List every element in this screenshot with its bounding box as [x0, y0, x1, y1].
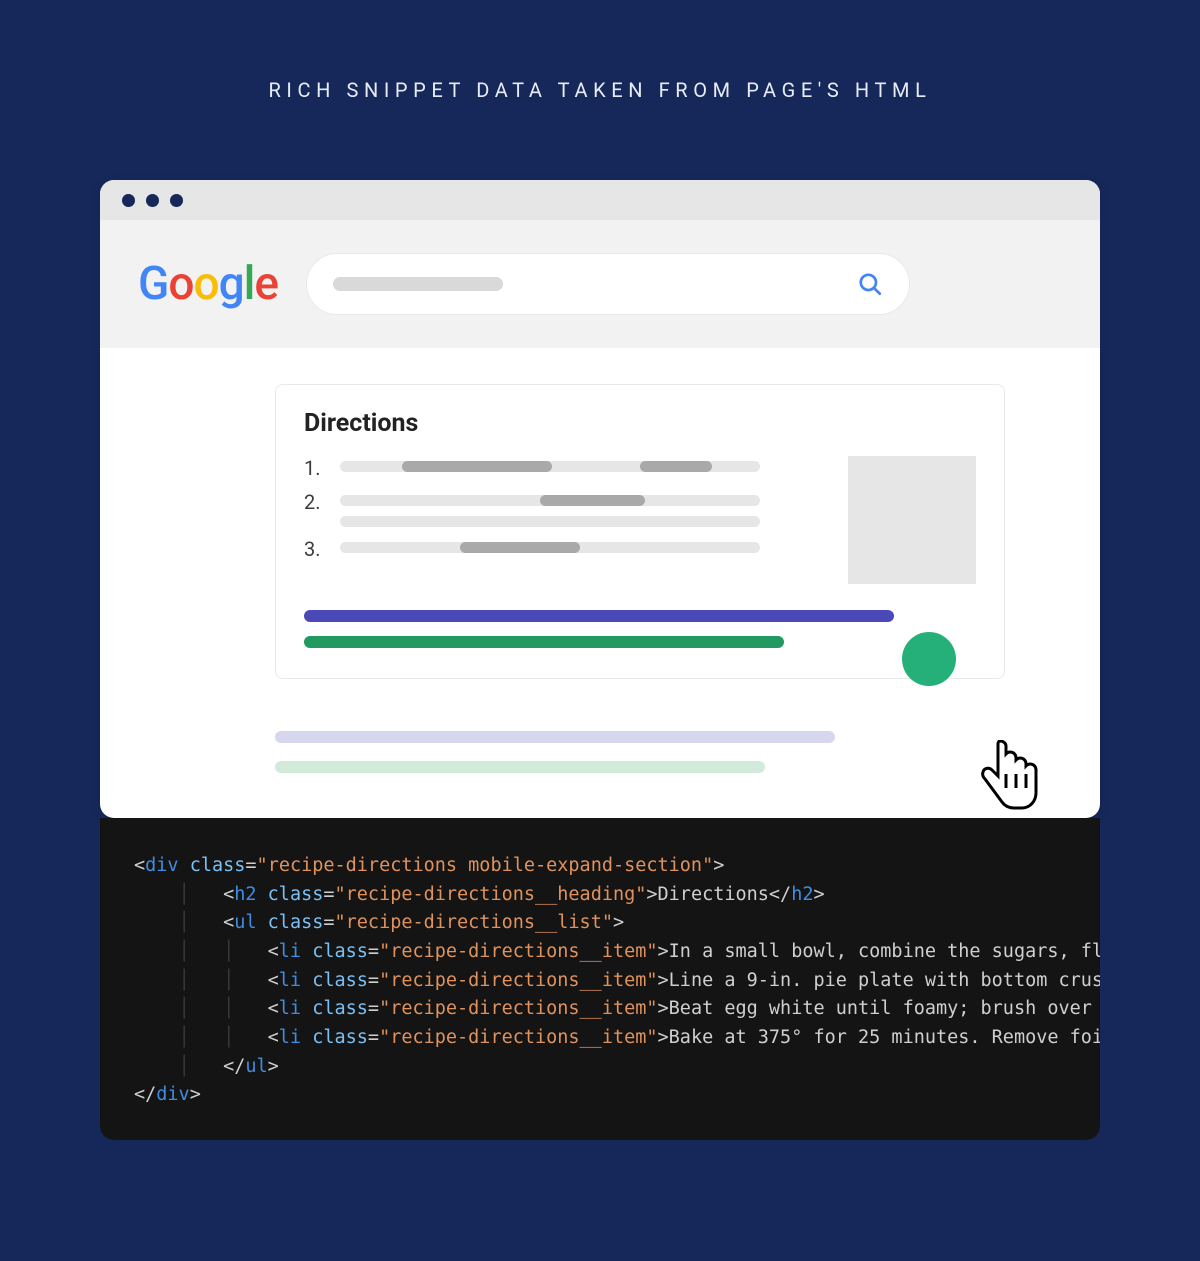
logo-letter: l: [244, 257, 255, 311]
logo-letter: G: [138, 257, 168, 311]
featured-snippet-card: Directions 1. 2.: [275, 384, 1005, 679]
search-icon[interactable]: [857, 271, 883, 297]
page-title: RICH SNIPPET DATA TAKEN FROM PAGE'S HTML: [0, 0, 1200, 102]
google-logo: G o o g l e: [138, 257, 278, 311]
traffic-light-minimize[interactable]: [146, 194, 159, 207]
step-number: 1.: [304, 456, 326, 480]
search-input[interactable]: [306, 253, 910, 315]
step-number: 3.: [304, 537, 326, 561]
traffic-light-close[interactable]: [122, 194, 135, 207]
step-number: 2.: [304, 490, 326, 514]
logo-letter: g: [219, 257, 244, 311]
expand-button[interactable]: [902, 632, 956, 686]
list-item: 3.: [304, 537, 824, 561]
result-title-bar[interactable]: [304, 610, 894, 622]
result-url-bar[interactable]: [275, 761, 765, 773]
logo-letter: o: [193, 257, 218, 311]
browser-window: G o o g l e Directions 1.: [100, 180, 1100, 818]
logo-letter: o: [168, 257, 193, 311]
result-title-bar[interactable]: [275, 731, 835, 743]
list-item: 2.: [304, 490, 824, 527]
directions-list: 1. 2. 3.: [304, 456, 824, 584]
list-item: 1.: [304, 456, 824, 480]
traffic-light-zoom[interactable]: [170, 194, 183, 207]
window-titlebar: [100, 180, 1100, 220]
code-panel: <div class="recipe-directions mobile-exp…: [100, 818, 1100, 1140]
logo-letter: e: [254, 257, 278, 311]
search-placeholder: [333, 277, 503, 291]
snippet-heading: Directions: [304, 409, 976, 438]
result-url-bar[interactable]: [304, 636, 784, 648]
search-header: G o o g l e: [100, 220, 1100, 348]
pointer-cursor-icon: [972, 740, 1042, 818]
snippet-link-area: [304, 610, 976, 648]
code-block: <div class="recipe-directions mobile-exp…: [134, 852, 1100, 1110]
search-results: Directions 1. 2.: [100, 348, 1100, 773]
snippet-image-placeholder: [848, 456, 976, 584]
